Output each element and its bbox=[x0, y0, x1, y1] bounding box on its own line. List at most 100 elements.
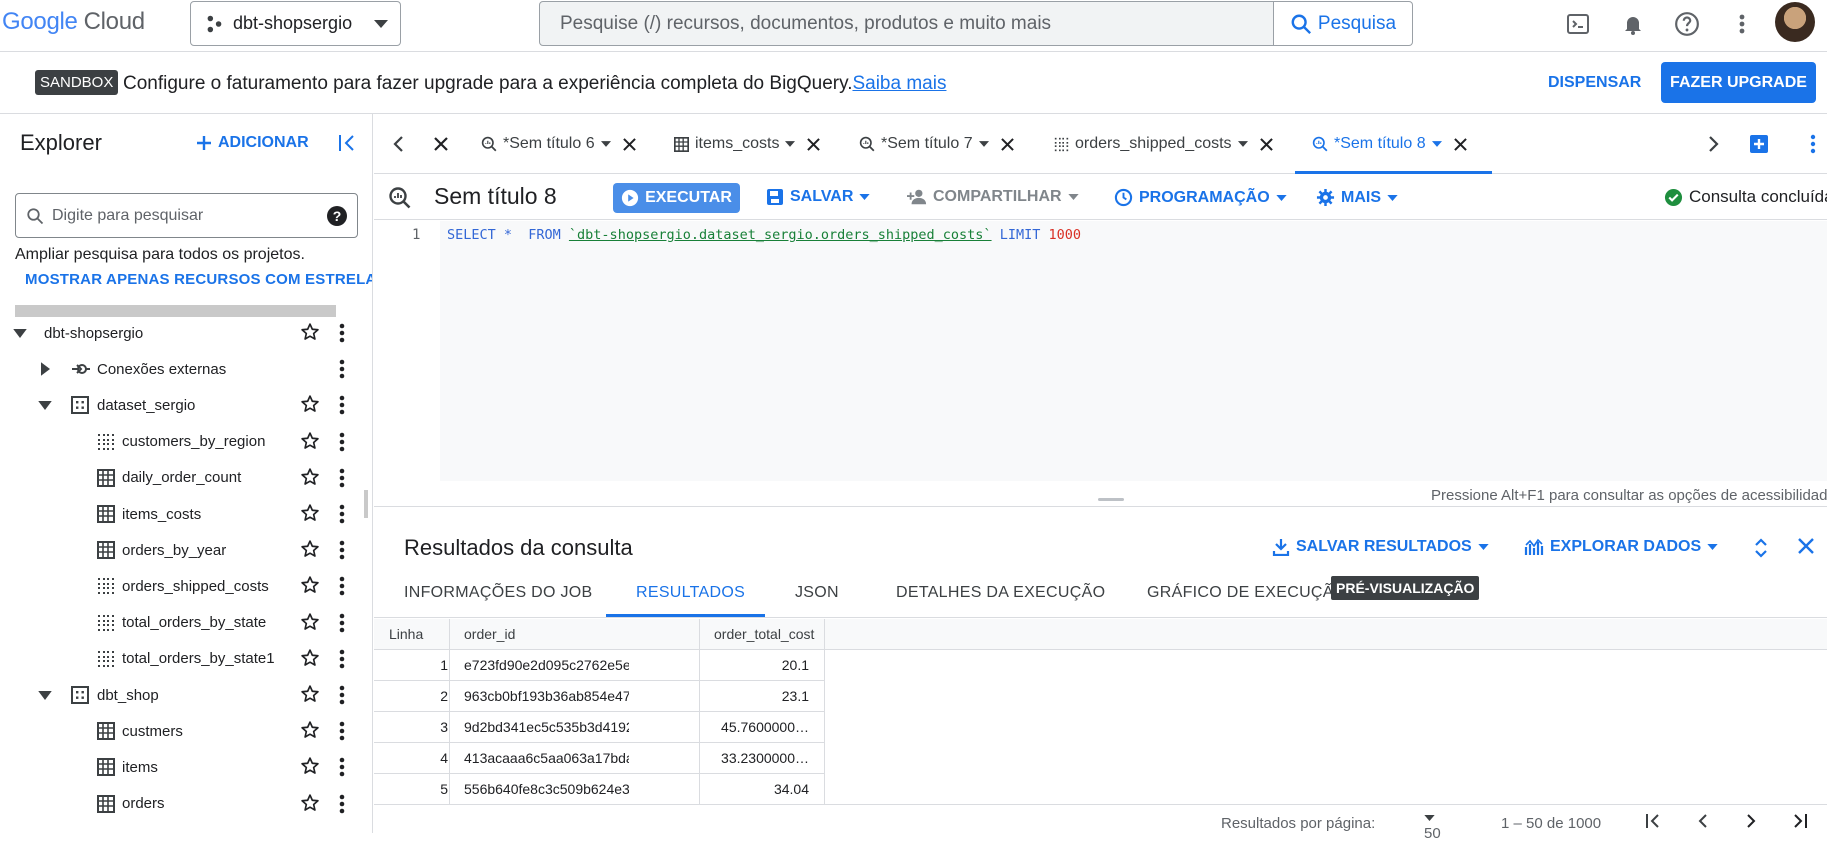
first-page-icon[interactable] bbox=[1645, 813, 1661, 829]
tree-row-view[interactable]: orders_shipped_costs bbox=[0, 568, 372, 604]
chevron-down-icon[interactable] bbox=[37, 397, 53, 413]
star-icon[interactable] bbox=[300, 720, 322, 742]
more-vert-icon[interactable] bbox=[1728, 10, 1756, 38]
order-total-cost-cell[interactable]: 23.1 bbox=[659, 688, 809, 704]
sql-editor[interactable]: 1 SELECT * FROM `dbt-shopsergio.dataset_… bbox=[374, 221, 1827, 507]
editor-tab[interactable]: *Sem título 7 bbox=[859, 130, 1014, 158]
tree-row-table[interactable]: items bbox=[0, 749, 372, 785]
resize-handle[interactable] bbox=[1098, 498, 1124, 501]
sql-table-ref[interactable]: `dbt-shopsergio.dataset_sergio.orders_sh… bbox=[569, 227, 992, 243]
close-tab-icon[interactable] bbox=[1453, 137, 1467, 151]
star-icon[interactable] bbox=[300, 394, 322, 416]
prev-page-icon[interactable] bbox=[1696, 813, 1708, 829]
star-icon[interactable] bbox=[300, 648, 322, 670]
order-id-cell[interactable]: e723fd90e2d095c2762e5e800… bbox=[464, 657, 629, 673]
collapse-panel-icon[interactable] bbox=[338, 134, 358, 152]
editor-tab[interactable]: orders_shipped_costs bbox=[1054, 130, 1273, 158]
more-vert-icon[interactable] bbox=[333, 575, 351, 597]
more-vert-icon[interactable] bbox=[333, 684, 351, 706]
column-header-order-id[interactable]: order_id bbox=[464, 626, 515, 642]
more-vert-icon[interactable] bbox=[333, 648, 351, 670]
more-vert-icon[interactable] bbox=[333, 793, 351, 815]
more-vert-icon[interactable] bbox=[333, 756, 351, 778]
chevron-down-icon[interactable] bbox=[1237, 141, 1248, 147]
tree-row-dataset[interactable]: dataset_sergio bbox=[0, 387, 372, 423]
more-vert-icon[interactable] bbox=[333, 612, 351, 634]
tree-row-view[interactable]: total_orders_by_state1 bbox=[0, 641, 372, 677]
table-row[interactable]: 3 9d2bd341ec5c535b3d4192f60… 45.7600000… bbox=[374, 712, 824, 743]
star-icon[interactable] bbox=[300, 684, 322, 706]
search-input[interactable]: Pesquise (/) recursos, documentos, produ… bbox=[539, 1, 1274, 46]
google-cloud-logo[interactable]: Google Cloud bbox=[2, 8, 145, 36]
tabs-more-icon[interactable] bbox=[1810, 130, 1816, 158]
more-vert-icon[interactable] bbox=[333, 539, 351, 561]
dismiss-button[interactable]: DISPENSAR bbox=[1548, 74, 1641, 92]
more-vert-icon[interactable] bbox=[333, 467, 351, 489]
order-id-cell[interactable]: 413acaaa6c5aa063a17bda2ee… bbox=[464, 750, 629, 766]
schedule-button[interactable]: PROGRAMAÇÃO bbox=[1114, 188, 1287, 207]
upgrade-button[interactable]: FAZER UPGRADE bbox=[1661, 62, 1816, 103]
next-page-icon[interactable] bbox=[1746, 813, 1758, 829]
chevron-down-icon[interactable] bbox=[978, 141, 989, 147]
tree-row-table[interactable]: orders_by_year bbox=[0, 532, 372, 568]
close-tab-icon[interactable] bbox=[1000, 137, 1014, 151]
table-row[interactable]: 1 e723fd90e2d095c2762e5e800… 20.1 bbox=[374, 650, 824, 681]
more-vert-icon[interactable] bbox=[333, 394, 351, 416]
share-button[interactable]: COMPARTILHAR bbox=[907, 188, 1079, 206]
save-button[interactable]: SALVAR bbox=[766, 188, 871, 206]
tab-results[interactable]: RESULTADOS bbox=[636, 584, 745, 602]
order-total-cost-cell[interactable]: 20.1 bbox=[659, 657, 809, 673]
close-all-tabs-icon[interactable] bbox=[434, 130, 448, 158]
star-icon[interactable] bbox=[300, 322, 322, 344]
editor-tab[interactable]: *Sem título 8 bbox=[1312, 130, 1467, 158]
star-icon[interactable] bbox=[300, 467, 322, 489]
tree-row-dataset[interactable]: dbt_shop bbox=[0, 677, 372, 713]
order-total-cost-cell[interactable]: 45.7600000… bbox=[659, 719, 809, 735]
starred-only-link[interactable]: MOSTRAR APENAS RECURSOS COM ESTRELA bbox=[25, 271, 372, 288]
table-row[interactable]: 4 413acaaa6c5aa063a17bda2ee… 33.2300000… bbox=[374, 743, 824, 774]
notifications-icon[interactable] bbox=[1619, 10, 1647, 38]
order-id-cell[interactable]: 9d2bd341ec5c535b3d4192f60… bbox=[464, 719, 629, 735]
star-icon[interactable] bbox=[300, 575, 322, 597]
editor-tab[interactable]: *Sem título 6 bbox=[481, 130, 636, 158]
column-header-row[interactable]: Linha bbox=[389, 626, 423, 642]
order-total-cost-cell[interactable]: 34.04 bbox=[659, 781, 809, 797]
expand-search-text[interactable]: Ampliar pesquisa para todos os projetos. bbox=[15, 246, 305, 264]
help-icon[interactable]: ? bbox=[327, 205, 347, 226]
order-id-cell[interactable]: 556b640fe8c3c509b624e3d5e… bbox=[464, 781, 629, 797]
tree-row-view[interactable]: customers_by_region bbox=[0, 424, 372, 460]
tree-row-project[interactable]: dbt-shopsergio bbox=[0, 315, 372, 351]
tab-json[interactable]: JSON bbox=[795, 584, 839, 602]
tab-execution-graph[interactable]: GRÁFICO DE EXECUÇÃO bbox=[1147, 584, 1347, 602]
order-id-cell[interactable]: 963cb0bf193b36ab854e47946… bbox=[464, 688, 629, 704]
order-total-cost-cell[interactable]: 33.2300000… bbox=[659, 750, 809, 766]
save-results-button[interactable]: SALVAR RESULTADOS bbox=[1272, 538, 1489, 556]
column-divider[interactable] bbox=[824, 619, 825, 804]
close-tab-icon[interactable] bbox=[622, 137, 636, 151]
more-vert-icon[interactable] bbox=[333, 503, 351, 525]
search-button[interactable]: Pesquisa bbox=[1274, 1, 1413, 46]
code-area[interactable]: SELECT * FROM `dbt-shopsergio.dataset_se… bbox=[440, 221, 1827, 481]
star-icon[interactable] bbox=[300, 431, 322, 453]
chevron-down-icon[interactable] bbox=[600, 141, 611, 147]
tabs-scroll-right-icon[interactable] bbox=[1708, 130, 1720, 158]
tree-row-table[interactable]: items_costs bbox=[0, 496, 372, 532]
run-button[interactable]: EXECUTAR bbox=[613, 183, 740, 213]
more-vert-icon[interactable] bbox=[333, 431, 351, 453]
star-icon[interactable] bbox=[300, 793, 322, 815]
add-button[interactable]: ADICIONAR bbox=[196, 134, 309, 152]
per-page-select[interactable]: 50 bbox=[1424, 815, 1441, 842]
close-tab-icon[interactable] bbox=[1259, 137, 1273, 151]
help-icon[interactable] bbox=[1673, 10, 1701, 38]
tab-execution-details[interactable]: DETALHES DA EXECUÇÃO bbox=[896, 584, 1105, 602]
chevron-down-icon[interactable] bbox=[1431, 141, 1442, 147]
project-selector[interactable]: dbt-shopsergio bbox=[190, 1, 401, 46]
chevron-down-icon[interactable] bbox=[12, 325, 28, 341]
tree-row-external-connections[interactable]: Conexões externas bbox=[0, 351, 372, 387]
expand-icon[interactable] bbox=[1754, 538, 1768, 558]
tree-row-view[interactable]: total_orders_by_state bbox=[0, 605, 372, 641]
tree-row-table[interactable]: custmers bbox=[0, 713, 372, 749]
star-icon[interactable] bbox=[300, 539, 322, 561]
star-icon[interactable] bbox=[300, 756, 322, 778]
close-icon[interactable] bbox=[1798, 538, 1814, 554]
